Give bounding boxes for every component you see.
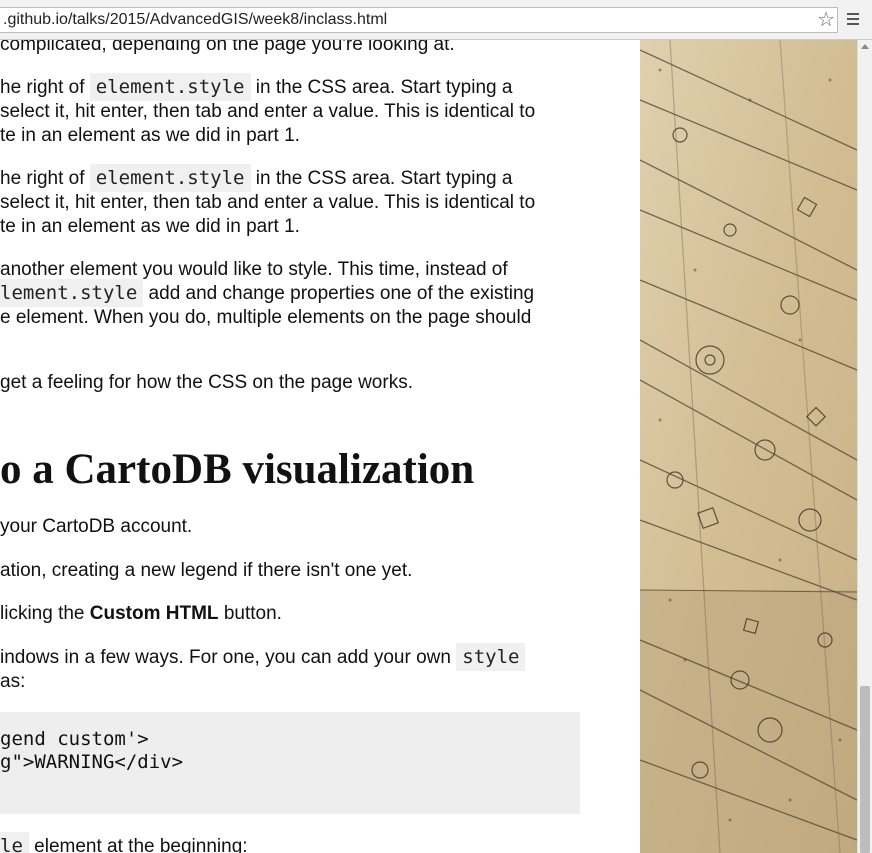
text-span: in the CSS area. Start typing a: [250, 168, 513, 189]
paragraph-1-line-1: he right of element.style in the CSS are…: [0, 73, 513, 101]
address-url[interactable]: .github.io/talks/2015/AdvancedGIS/week8/…: [3, 11, 387, 29]
text-span: indows in a few ways. For one, you can a…: [0, 647, 457, 668]
scrollbar-thumb[interactable]: [860, 686, 870, 853]
paragraph-0-line: complicated, depending on the page you'r…: [0, 40, 455, 55]
code-line: g">WARNING</div>: [0, 751, 184, 773]
aerial-map-graphic: [640, 40, 857, 853]
inline-code: le: [0, 832, 29, 853]
code-line: gend custom'>: [0, 728, 149, 750]
paragraph-8-line-1: indows in a few ways. For one, you can a…: [0, 643, 526, 671]
paragraph-1-line-2: select it, hit enter, then tab and enter…: [0, 101, 536, 122]
paragraph-5-line: your CartoDB account.: [0, 516, 193, 537]
text-span: he right of: [0, 77, 90, 98]
section-heading: o a CartoDB visualization: [0, 446, 475, 493]
inline-code: lement.style: [0, 279, 144, 307]
paragraph-2-line-2: select it, hit enter, then tab and enter…: [0, 192, 536, 213]
article-content: complicated, depending on the page you'r…: [0, 40, 640, 853]
browser-toolbar: .github.io/talks/2015/AdvancedGIS/week8/…: [0, 0, 872, 40]
paragraph-3-line-2: lement.style add and change properties o…: [0, 279, 535, 307]
bold-text: Custom HTML: [89, 603, 219, 624]
scroll-up-arrow-icon[interactable]: [861, 44, 869, 49]
star-icon[interactable]: ☆: [817, 8, 835, 32]
text-span: licking the: [0, 603, 90, 624]
paragraph-6-line: ation, creating a new legend if there is…: [0, 560, 413, 581]
text-span: in the CSS area. Start typing a: [250, 77, 513, 98]
paragraph-1-line-3: te in an element as we did in part 1.: [0, 125, 300, 146]
text-span: he right of: [0, 168, 90, 189]
text-span: button.: [218, 603, 282, 624]
paragraph-2-line-3: te in an element as we did in part 1.: [0, 216, 300, 237]
paragraph-7-line: licking the Custom HTML button.: [0, 602, 282, 625]
address-bar[interactable]: .github.io/talks/2015/AdvancedGIS/week8/…: [0, 7, 838, 33]
aerial-map-image: [640, 40, 857, 853]
paragraph-3-line-3: e element. When you do, multiple element…: [0, 307, 532, 328]
inline-code: element.style: [89, 73, 251, 101]
paragraph-2-line-1: he right of element.style in the CSS are…: [0, 164, 513, 192]
paragraph-9-line: le element at the beginning:: [0, 832, 248, 853]
paragraph-4-line: get a feeling for how the CSS on the pag…: [0, 372, 413, 393]
code-block: gend custom'> g">WARNING</div>: [0, 712, 580, 814]
inline-code: element.style: [89, 164, 251, 192]
inline-code: style: [456, 643, 526, 671]
text-span: add and change properties one of the exi…: [143, 283, 535, 304]
vertical-scrollbar[interactable]: [857, 40, 872, 853]
paragraph-8-line-2: as:: [0, 671, 26, 692]
code-block-text: gend custom'> g">WARNING</div>: [0, 728, 183, 774]
hamburger-menu-icon[interactable]: [845, 11, 861, 27]
text-span: element at the beginning:: [28, 836, 248, 853]
paragraph-3-line-1: another element you would like to style.…: [0, 259, 508, 280]
